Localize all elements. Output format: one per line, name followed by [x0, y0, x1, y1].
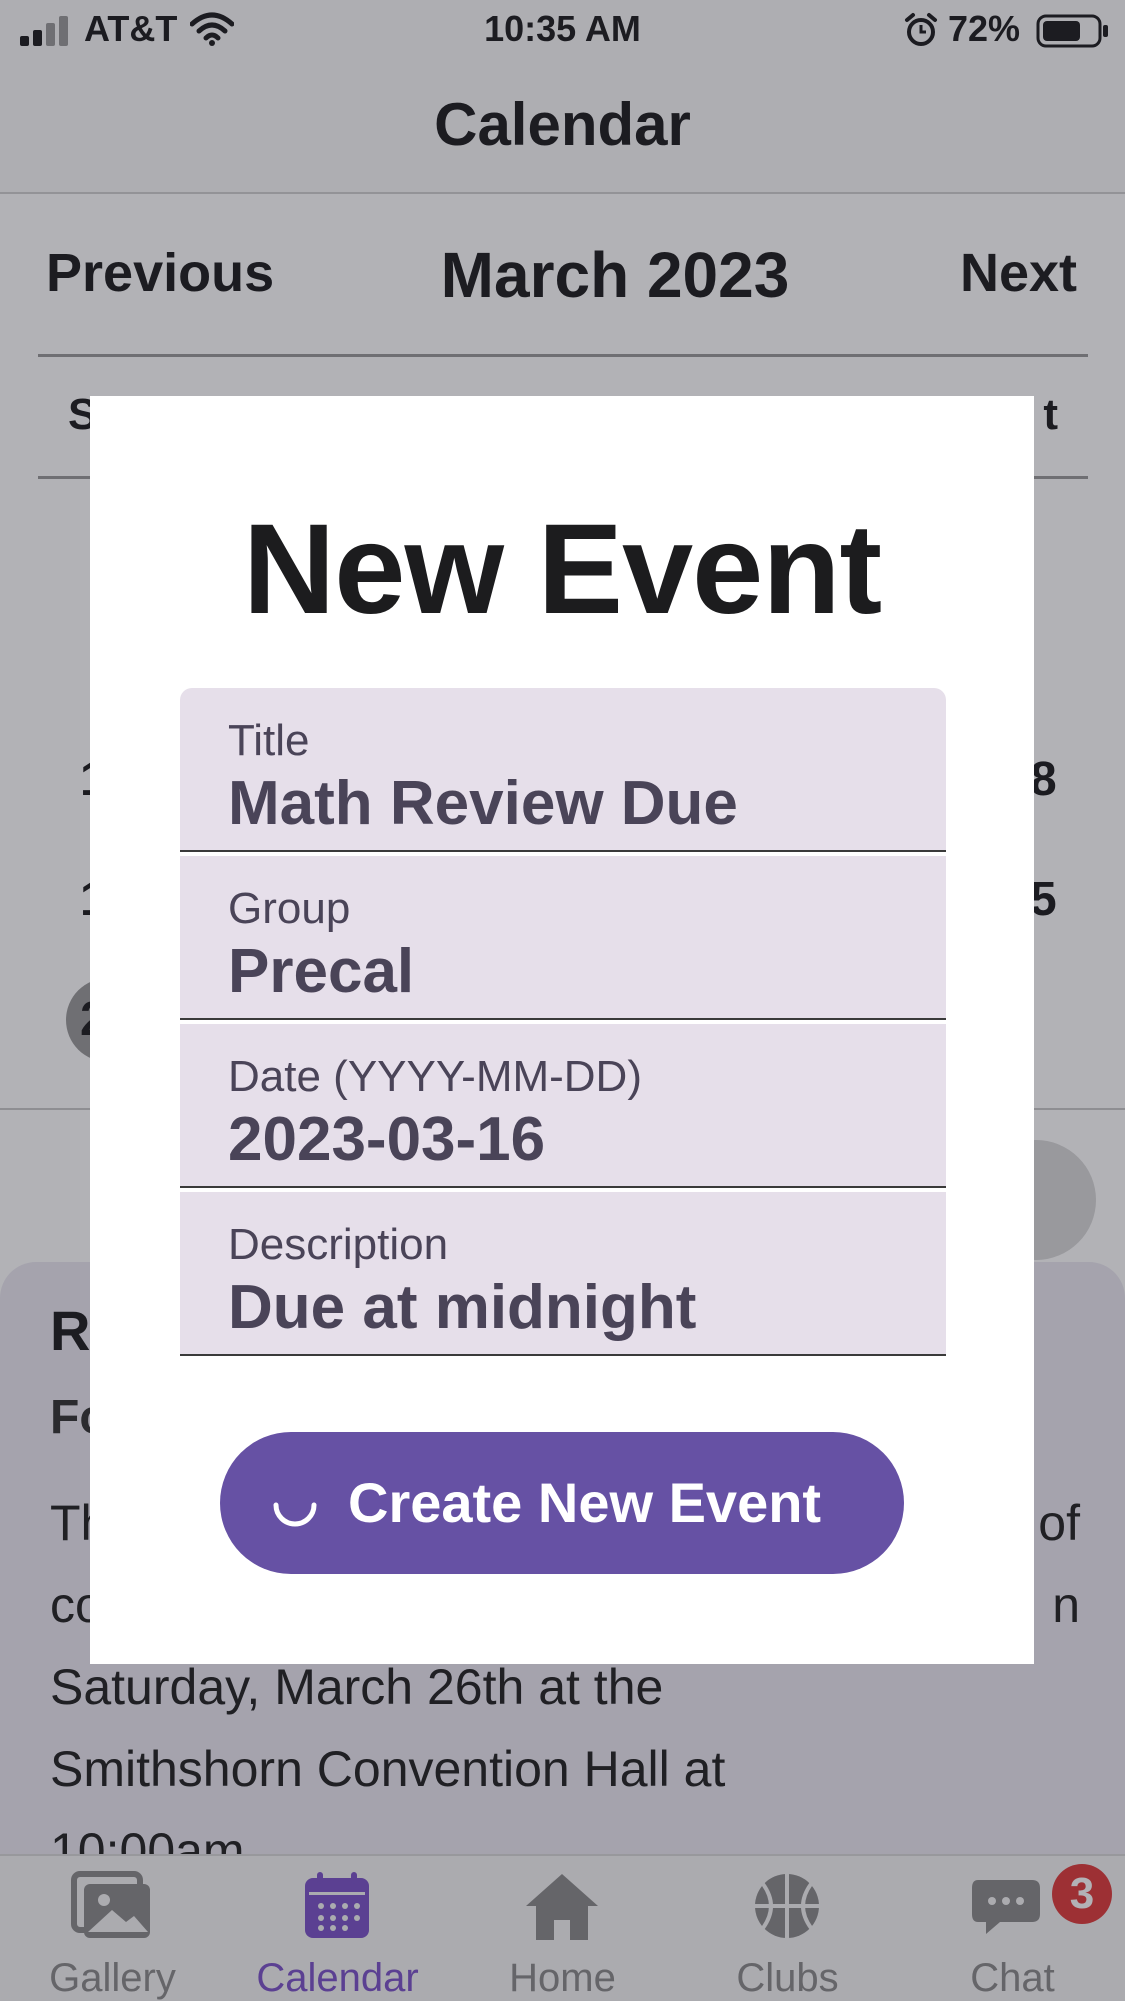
- create-event-button[interactable]: Create New Event: [220, 1432, 904, 1574]
- group-field[interactable]: Group Precal: [180, 856, 946, 1020]
- title-field[interactable]: Title Math Review Due: [180, 688, 946, 852]
- field-label: Date (YYYY-MM-DD): [228, 1052, 642, 1101]
- field-label: Title: [228, 716, 310, 765]
- loading-spinner-icon: [273, 1502, 317, 1527]
- create-button-label: Create New Event: [348, 1471, 822, 1534]
- field-label: Group: [228, 884, 351, 933]
- field-value[interactable]: Precal: [228, 936, 414, 1007]
- date-field[interactable]: Date (YYYY-MM-DD) 2023-03-16: [180, 1024, 946, 1188]
- field-value[interactable]: Math Review Due: [228, 768, 738, 839]
- modal-title: New Event: [242, 498, 882, 641]
- field-label: Description: [228, 1220, 449, 1269]
- field-value[interactable]: Due at midnight: [228, 1272, 696, 1343]
- new-event-modal: New Event Title Math Review Due Group Pr…: [90, 396, 1034, 1664]
- description-field[interactable]: Description Due at midnight: [180, 1192, 946, 1356]
- field-value[interactable]: 2023-03-16: [228, 1104, 545, 1175]
